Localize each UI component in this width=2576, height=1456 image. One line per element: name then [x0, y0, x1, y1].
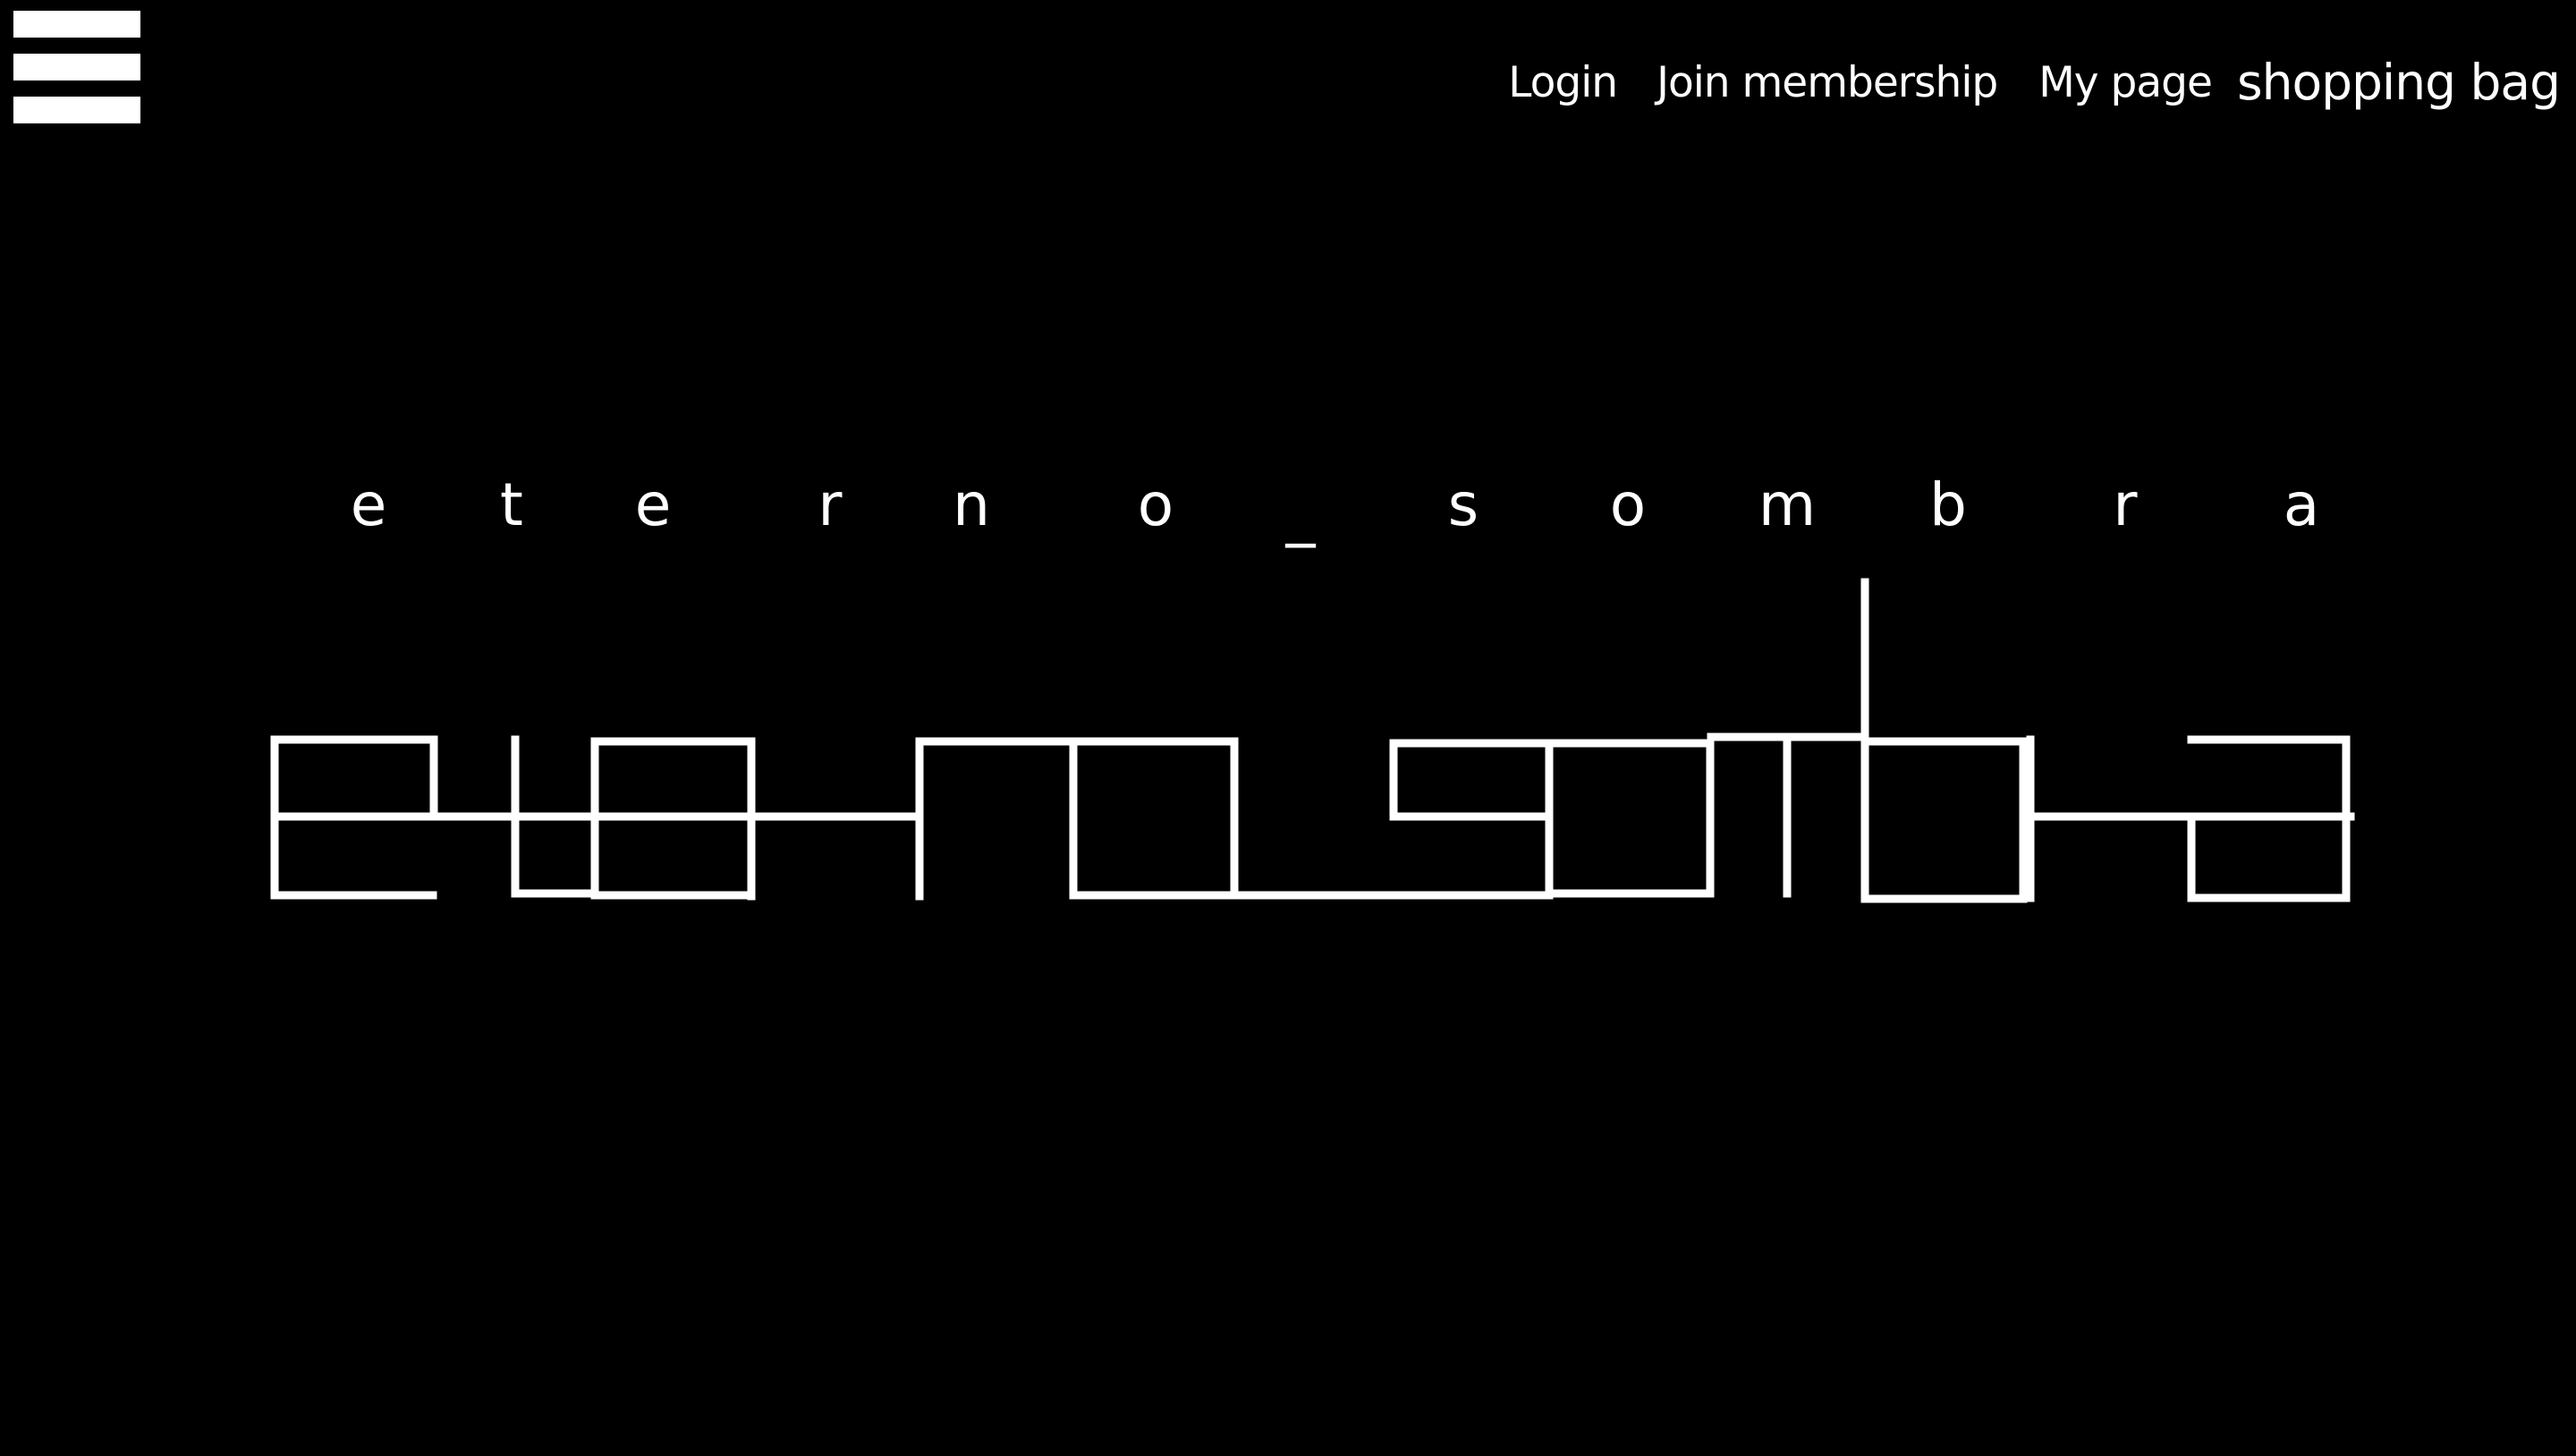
my-page-link[interactable]: My page	[2038, 58, 2213, 107]
join-membership-link[interactable]: Join membership	[1657, 58, 1998, 107]
brand-letter: _	[1285, 479, 1316, 548]
logo-stroke	[1386, 739, 1715, 900]
logo-stroke	[1707, 578, 1869, 741]
logo-stroke	[590, 737, 756, 901]
brand-letter: e	[350, 470, 387, 539]
brand-spaced-wordmark: e t e r n o _ s o m b r a	[340, 456, 2343, 554]
brand-letter: s	[1447, 470, 1479, 539]
shopping-bag-link[interactable]: shopping bag	[2237, 54, 2561, 111]
logo-stroke	[1389, 739, 1554, 821]
login-link[interactable]: Login	[1508, 58, 1618, 107]
brand-letter: o	[1609, 470, 1647, 539]
logo-stroke	[1860, 732, 2028, 903]
logo-stroke	[270, 735, 438, 900]
logo-stroke	[915, 737, 1239, 901]
brand-letter: n	[953, 470, 990, 539]
logo-stroke	[2187, 735, 2351, 902]
logo-stroke	[1069, 738, 1239, 900]
logo-strokes	[270, 578, 2355, 903]
brand-letter: r	[818, 470, 843, 539]
menu-bar-middle	[13, 54, 140, 80]
brand-letter: r	[2113, 470, 2138, 539]
hamburger-menu-icon[interactable]	[13, 11, 140, 125]
brand-letter: e	[634, 470, 672, 539]
menu-bar-top	[13, 11, 140, 38]
menu-bar-bottom	[13, 97, 140, 123]
brand-letter: b	[1929, 470, 1967, 539]
brand-letter: a	[2283, 470, 2320, 539]
brand-letter: m	[1758, 470, 1817, 539]
brand-letter: t	[500, 470, 523, 539]
eterno-sombra-logo	[270, 578, 2355, 903]
brand-letter: o	[1137, 470, 1174, 539]
logo-stroke	[511, 735, 599, 898]
top-navigation: Login Join membership My page shopping b…	[1508, 47, 2561, 118]
